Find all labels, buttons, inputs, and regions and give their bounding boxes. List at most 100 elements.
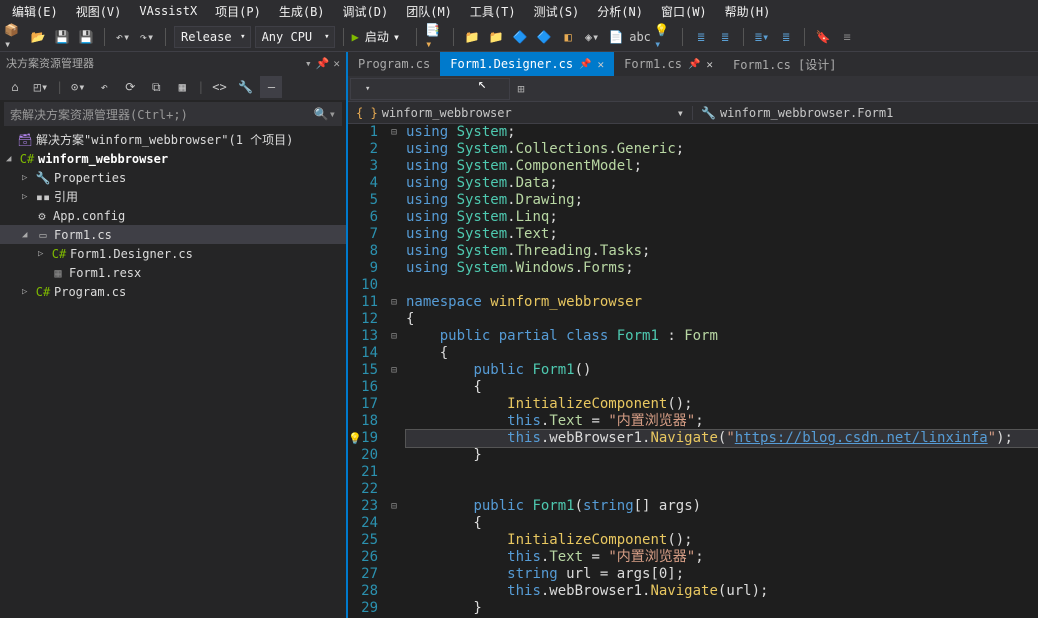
tool-icon[interactable]: 🔷 <box>534 27 554 47</box>
code-icon[interactable]: <> <box>208 76 230 98</box>
tool-icon[interactable]: 📁 <box>462 27 482 47</box>
tool-icon[interactable]: 🔷 <box>510 27 530 47</box>
save-all-icon[interactable]: 💾 <box>76 27 96 47</box>
form1designer-node[interactable]: ▷C#Form1.Designer.cs <box>0 244 346 263</box>
open-icon[interactable]: 📂 <box>28 27 48 47</box>
nav-dropdown[interactable] <box>350 78 510 100</box>
search-icon: 🔍▾ <box>314 107 336 121</box>
close-icon[interactable]: ✕ <box>706 58 713 71</box>
tree-label: Program.cs <box>54 285 126 299</box>
tool-icon[interactable]: ≣▾ <box>752 27 772 47</box>
project-node[interactable]: ◢C#winform_webbrowser <box>0 149 346 168</box>
new-project-icon[interactable]: 📦▾ <box>4 27 24 47</box>
pin-icon[interactable]: 📌 <box>316 57 330 70</box>
class-crumb[interactable]: 🔧winform_webbrowser.Form1 <box>693 106 901 120</box>
undo-icon[interactable]: ↶▾ <box>113 27 133 47</box>
references-node[interactable]: ▷▪▪引用 <box>0 187 346 206</box>
properties-node[interactable]: ▷🔧Properties <box>0 168 346 187</box>
tool-icon[interactable]: 💡▾ <box>654 27 674 47</box>
tool-icon[interactable]: 📑▾ <box>425 27 445 47</box>
tool-icon[interactable]: ≡ <box>837 27 857 47</box>
menu-item[interactable]: 项目(P) <box>207 1 269 22</box>
panel-toolbar: ⌂ ◰▾ | ⊙▾ ↶ ⟳ ⧉ ▦ | <> 🔧 — <box>0 74 346 100</box>
split-icon[interactable]: ⊞ <box>512 82 530 96</box>
tool-icon[interactable]: ≣ <box>776 27 796 47</box>
tree-label: winform_webbrowser <box>38 152 168 166</box>
menu-item[interactable]: VAssistX <box>131 2 205 20</box>
tool-icon[interactable]: 📁 <box>486 27 506 47</box>
code-editor[interactable]: 1234567891011121314151617181920212223242… <box>348 124 1038 618</box>
form1resx-node[interactable]: ▦Form1.resx <box>0 263 346 282</box>
separator <box>682 28 683 46</box>
menu-item[interactable]: 编辑(E) <box>4 1 66 22</box>
pin-icon[interactable]: 📌 <box>579 59 591 70</box>
tab-label: Program.cs <box>358 57 430 71</box>
file-tab[interactable]: Form1.cs [设计] <box>723 52 846 76</box>
tool-icon[interactable]: ≣ <box>715 27 735 47</box>
separator <box>743 28 744 46</box>
crumb-label: winform_webbrowser <box>382 106 512 120</box>
refresh-icon[interactable]: ⟳ <box>119 76 141 98</box>
file-tab[interactable]: Form1.Designer.cs📌✕ <box>440 52 614 76</box>
launch-button[interactable]: 启动 ▾ <box>363 26 408 48</box>
menu-item[interactable]: 生成(B) <box>271 1 333 22</box>
form1-node[interactable]: ◢▭Form1.cs <box>0 225 346 244</box>
menu-item[interactable]: 工具(T) <box>462 1 524 22</box>
menu-item[interactable]: 测试(S) <box>526 1 588 22</box>
crumb-label: winform_webbrowser.Form1 <box>720 106 893 120</box>
menu-item[interactable]: 视图(V) <box>68 1 130 22</box>
tool-icon[interactable]: ◈▾ <box>582 27 602 47</box>
pin-icon[interactable]: 📌 <box>688 59 700 70</box>
bookmark-icon[interactable]: 🔖 <box>813 27 833 47</box>
more-icon[interactable]: — <box>260 76 282 98</box>
sync-icon[interactable]: ⊙▾ <box>67 76 89 98</box>
menu-item[interactable]: 调试(D) <box>335 1 397 22</box>
close-icon[interactable]: ✕ <box>598 58 605 71</box>
lightbulb-icon[interactable]: 💡 <box>348 430 362 447</box>
solution-node[interactable]: 🗃解决方案"winform_webbrowser"(1 个项目) <box>0 130 346 149</box>
wrench-icon[interactable]: 🔧 <box>234 76 256 98</box>
config-dropdown[interactable]: Release <box>174 26 251 48</box>
appconfig-node[interactable]: ⚙App.config <box>0 206 346 225</box>
dropdown-icon[interactable]: ▾ <box>305 57 312 70</box>
show-all-icon[interactable]: ▦ <box>171 76 193 98</box>
search-box[interactable]: 索解决方案资源管理器(Ctrl+;) 🔍▾ <box>4 102 342 126</box>
program-node[interactable]: ▷C#Program.cs <box>0 282 346 301</box>
fold-column[interactable]: ⊟⊟⊟⊟⊟ <box>386 124 402 618</box>
code-lines[interactable]: using System;using System.Collections.Ge… <box>402 124 1038 618</box>
save-icon[interactable]: 💾 <box>52 27 72 47</box>
copy-icon[interactable]: ⧉ <box>145 76 167 98</box>
menu-item[interactable]: 帮助(H) <box>717 1 779 22</box>
home-icon[interactable]: ⌂ <box>4 76 26 98</box>
collapse-icon[interactable]: ◰▾ <box>30 76 52 98</box>
editor-area: Program.csForm1.Designer.cs📌✕Form1.cs📌✕F… <box>348 52 1038 618</box>
separator <box>804 28 805 46</box>
close-icon[interactable]: ✕ <box>333 57 340 70</box>
tool-icon[interactable]: ≣ <box>691 27 711 47</box>
platform-dropdown[interactable]: Any CPU <box>255 26 335 48</box>
back-icon[interactable]: ↶ <box>93 76 115 98</box>
launch-label: 启动 <box>365 28 389 45</box>
namespace-crumb[interactable]: { }winform_webbrowser▾ <box>348 106 693 120</box>
tool-icon[interactable]: ◧ <box>558 27 578 47</box>
tree-label: Form1.Designer.cs <box>70 247 193 261</box>
separator <box>343 28 344 46</box>
menu-bar: 编辑(E)视图(V)VAssistX项目(P)生成(B)调试(D)团队(M)工具… <box>0 0 1038 22</box>
file-tab[interactable]: Program.cs <box>348 52 440 76</box>
menu-item[interactable]: 窗口(W) <box>653 1 715 22</box>
solution-tree[interactable]: 🗃解决方案"winform_webbrowser"(1 个项目) ◢C#winf… <box>0 128 346 618</box>
panel-title-text: 决方案资源管理器 <box>6 55 94 71</box>
tree-label: 解决方案"winform_webbrowser"(1 个项目) <box>36 131 293 148</box>
tool-icon[interactable]: 📄 <box>606 27 626 47</box>
main-toolbar: 📦▾ 📂 💾 💾 ↶▾ ↷▾ Release Any CPU ▶ 启动 ▾ 📑▾… <box>0 22 1038 52</box>
file-tab[interactable]: Form1.cs📌✕ <box>614 52 723 76</box>
menu-item[interactable]: 团队(M) <box>398 1 460 22</box>
tool-icon[interactable]: abc <box>630 27 650 47</box>
play-icon[interactable]: ▶ <box>352 30 359 44</box>
redo-icon[interactable]: ↷▾ <box>137 27 157 47</box>
tree-label: App.config <box>53 209 125 223</box>
menu-item[interactable]: 分析(N) <box>589 1 651 22</box>
separator <box>416 28 417 46</box>
separator <box>165 28 166 46</box>
panel-title: 决方案资源管理器 ▾ 📌 ✕ <box>0 52 346 74</box>
